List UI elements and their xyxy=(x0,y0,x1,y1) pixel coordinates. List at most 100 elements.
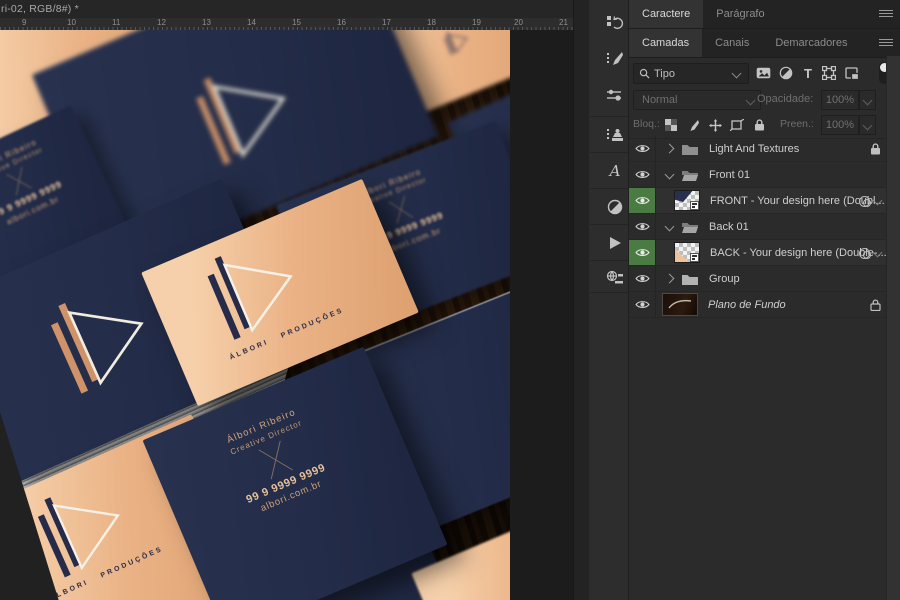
opacity-value[interactable]: 100% xyxy=(821,90,859,110)
filter-kind-select[interactable]: Tipo xyxy=(633,63,749,84)
panel-scrollbar[interactable] xyxy=(886,56,900,600)
ruler-number: 14 xyxy=(247,18,256,27)
layer-filter-row: Tipo T xyxy=(629,58,900,88)
pasteboard xyxy=(510,30,573,600)
layer-row-front-01[interactable]: Front 01 xyxy=(629,162,887,188)
ruler-number: 16 xyxy=(337,18,346,27)
character-panel-tabs: Caractere Parágrafo xyxy=(629,0,900,29)
document-tab-bar[interactable]: ri-02, RGB/8#) * xyxy=(0,0,573,19)
ruler-number: 12 xyxy=(157,18,166,27)
folder-open-icon xyxy=(681,168,699,182)
albori-logo xyxy=(440,30,473,57)
layer-row-front-smart-object[interactable]: FRONT - Your design here (Doubl... xyxy=(629,188,887,214)
effects-badge[interactable] xyxy=(859,195,881,207)
opacity-dropdown[interactable] xyxy=(859,90,876,110)
lock-all-icon[interactable] xyxy=(749,116,769,134)
visibility-eye[interactable] xyxy=(629,240,656,265)
layers-panel-tabs: Camadas Canais Demarcadores xyxy=(629,29,900,58)
layer-row-light-and-textures[interactable]: Light And Textures xyxy=(629,136,887,162)
ruler-number: 18 xyxy=(427,18,436,27)
expand-chevron-icon[interactable] xyxy=(665,274,675,284)
document-title: ri-02, RGB/8#) * xyxy=(0,0,573,18)
filter-smartobject-icon[interactable] xyxy=(842,64,862,82)
tab-paragrafo[interactable]: Parágrafo xyxy=(703,0,777,28)
tab-camadas[interactable]: Camadas xyxy=(629,29,702,57)
visibility-eye[interactable] xyxy=(629,266,656,291)
blend-mode-select[interactable]: Normal xyxy=(633,90,761,110)
fx-icon xyxy=(859,247,871,259)
visibility-eye[interactable] xyxy=(629,162,656,187)
folder-icon xyxy=(681,142,699,156)
lock-fill-row: Bloq.: Preen.: 100% xyxy=(629,112,900,139)
lock-position-icon[interactable] xyxy=(705,116,725,134)
folder-open-icon xyxy=(681,220,699,234)
background-thumbnail[interactable] xyxy=(662,293,698,316)
effects-badge[interactable] xyxy=(859,247,881,259)
chevron-down-icon[interactable] xyxy=(873,196,883,206)
strip-separator xyxy=(590,116,629,117)
filter-image-icon[interactable] xyxy=(753,64,773,82)
blend-mode-value: Normal xyxy=(642,94,677,106)
search-icon xyxy=(639,68,650,79)
layers-list: Light And Textures Front 01 FRONT - Your xyxy=(629,136,887,318)
chevron-down-icon xyxy=(746,96,756,106)
ruler-number: 20 xyxy=(514,18,523,27)
albori-logo xyxy=(33,273,167,403)
panels-dock: Caractere Parágrafo Camadas Canais Demar… xyxy=(628,0,900,600)
canvas-area[interactable]: Álbori Ribeiro Creative Director 99 9 99… xyxy=(0,30,510,600)
layer-row-group[interactable]: Group xyxy=(629,266,887,292)
lock-label: Bloq.: xyxy=(633,118,660,130)
tab-canais[interactable]: Canais xyxy=(702,29,762,57)
tab-demarcadores[interactable]: Demarcadores xyxy=(762,29,860,57)
chevron-down-icon xyxy=(863,95,873,105)
layer-row-back-smart-object[interactable]: BACK - Your design here (Double-... xyxy=(629,240,887,266)
layer-name: Plano de Fundo xyxy=(708,299,786,311)
lock-artboard-icon[interactable] xyxy=(727,116,747,134)
ruler-number: 11 xyxy=(112,18,120,27)
fill-label: Preen.: xyxy=(780,118,814,130)
smart-object-thumbnail[interactable] xyxy=(674,242,700,263)
ruler-number: 21 xyxy=(559,18,568,27)
chevron-down-icon xyxy=(732,69,742,79)
filter-adjustment-icon[interactable] xyxy=(776,64,796,82)
albori-logo xyxy=(179,49,307,173)
filter-shape-icon[interactable] xyxy=(819,64,839,82)
lock-transparency-icon[interactable] xyxy=(661,116,681,134)
strip-separator xyxy=(590,188,629,189)
smart-object-thumbnail[interactable] xyxy=(674,190,700,211)
collapse-chevron-icon[interactable] xyxy=(665,170,675,180)
visibility-eye[interactable] xyxy=(629,214,656,239)
layer-name: Front 01 xyxy=(709,169,750,181)
visibility-eye[interactable] xyxy=(629,188,656,213)
lock-image-icon[interactable] xyxy=(683,116,703,134)
fill-dropdown[interactable] xyxy=(859,115,876,135)
ruler-number: 10 xyxy=(67,18,76,27)
strip-separator xyxy=(590,260,629,261)
fx-icon xyxy=(859,195,871,207)
chevron-down-icon xyxy=(863,120,873,130)
layer-row-back-01[interactable]: Back 01 xyxy=(629,214,887,240)
tab-caractere[interactable]: Caractere xyxy=(629,0,703,28)
blend-opacity-row: Normal Opacidade: 100% xyxy=(629,88,900,112)
panel-menu-icon[interactable] xyxy=(879,10,893,19)
filter-kind-label: Tipo xyxy=(654,68,675,80)
ruler-number: 19 xyxy=(472,18,481,27)
strip-separator xyxy=(590,292,629,293)
ruler-number: 17 xyxy=(382,18,391,27)
folder-icon xyxy=(681,272,699,286)
expand-chevron-icon[interactable] xyxy=(665,144,675,154)
panel-menu-icon[interactable] xyxy=(879,39,893,48)
collapse-chevron-icon[interactable] xyxy=(665,222,675,232)
strip-separator xyxy=(590,152,629,153)
lock-badge xyxy=(870,299,881,311)
layer-row-plano-de-fundo[interactable]: Plano de Fundo xyxy=(629,292,887,318)
ruler-number: 15 xyxy=(292,18,301,27)
visibility-eye[interactable] xyxy=(629,136,656,161)
visibility-eye[interactable] xyxy=(629,292,656,317)
layer-name: Light And Textures xyxy=(709,143,799,155)
filter-type-icon[interactable]: T xyxy=(798,64,818,82)
strip-separator xyxy=(590,224,629,225)
panel-icon-strip: A xyxy=(573,0,629,600)
chevron-down-icon[interactable] xyxy=(873,248,883,258)
fill-value[interactable]: 100% xyxy=(821,115,859,135)
